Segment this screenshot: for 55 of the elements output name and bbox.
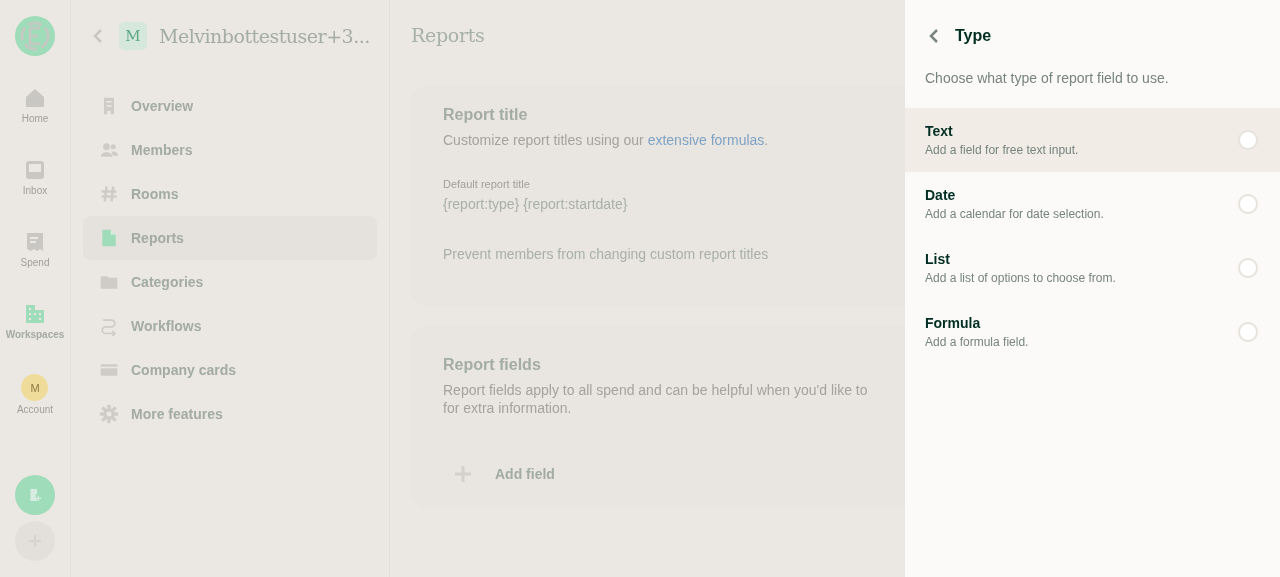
type-option[interactable]: Date Add a calendar for date selection. <box>905 172 1280 236</box>
option-description: Add a list of options to choose from. <box>925 271 1117 285</box>
card-description: for extra information. <box>443 400 573 416</box>
sidebar-item[interactable]: More features <box>83 392 377 436</box>
card-heading: Report fields <box>443 356 542 374</box>
sidebar-item[interactable]: Overview <box>83 84 377 128</box>
nav-item[interactable]: Spend <box>20 230 50 280</box>
sidebar-item[interactable]: Members <box>83 128 377 172</box>
type-option[interactable]: Text Add a field for free text input. <box>905 108 1280 172</box>
people-icon <box>99 140 119 160</box>
hash-icon <box>99 184 119 204</box>
avatar: M <box>21 374 49 401</box>
option-label: Text <box>925 123 954 139</box>
option-label: List <box>925 251 951 267</box>
radio-button[interactable] <box>1238 258 1258 278</box>
type-option[interactable]: Formula Add a formula field. <box>905 300 1280 364</box>
sidebar-item[interactable]: Reports <box>83 216 377 260</box>
radio-button[interactable] <box>1238 322 1258 342</box>
file-icon <box>99 228 119 248</box>
inbox-icon <box>23 158 47 182</box>
back-icon[interactable] <box>929 28 939 44</box>
receipt-plus-icon <box>27 487 43 503</box>
nav-item[interactable]: Inbox <box>22 158 48 208</box>
radio-button[interactable] <box>1238 130 1258 150</box>
nav-item[interactable]: Workspaces <box>5 302 65 352</box>
title-field[interactable]: Default report title {report:type} {report:startdate} <box>443 178 905 212</box>
card-description: Customize report titles using our extensive formulas. <box>443 132 770 148</box>
panel-title: Type <box>955 27 992 45</box>
option-description: Add a field for free text input. <box>925 143 1080 157</box>
option-description: Add a formula field. <box>925 335 1030 349</box>
sidebar-item[interactable]: Workflows <box>83 304 377 348</box>
gear-icon <box>99 404 119 424</box>
page-title: Reports <box>411 23 486 48</box>
building-icon <box>23 302 47 326</box>
logo-icon[interactable] <box>15 16 55 56</box>
sidebar-item[interactable]: Rooms <box>83 172 377 216</box>
option-description: Add a calendar for date selection. <box>925 207 1105 221</box>
sidebar-item[interactable]: Categories <box>83 260 377 304</box>
option-label: Formula <box>925 315 982 331</box>
home-icon <box>23 86 47 110</box>
setting-label: Prevent members from changing custom report titles <box>443 246 770 262</box>
type-option[interactable]: List Add a list of options to choose from. <box>905 236 1280 300</box>
card-description: Report fields apply to all spend and can be helpful when you'd like to <box>443 382 869 398</box>
card-heading: Report title <box>443 106 529 124</box>
route-icon <box>99 316 119 336</box>
workspace-name: Melvinbottestuser+3... <box>159 25 370 47</box>
sidebar-item[interactable]: Company cards <box>83 348 377 392</box>
option-label: Date <box>925 187 957 203</box>
nav-item[interactable]: M Account <box>16 374 54 424</box>
radio-button[interactable] <box>1238 194 1258 214</box>
panel-subtitle: Choose what type of report field to use. <box>924 70 1170 88</box>
new-receipt-button[interactable] <box>15 475 55 515</box>
nav-item[interactable]: Home <box>21 86 49 136</box>
workspace-avatar: M <box>119 22 147 50</box>
add-field-button[interactable]: Add field <box>453 464 555 484</box>
